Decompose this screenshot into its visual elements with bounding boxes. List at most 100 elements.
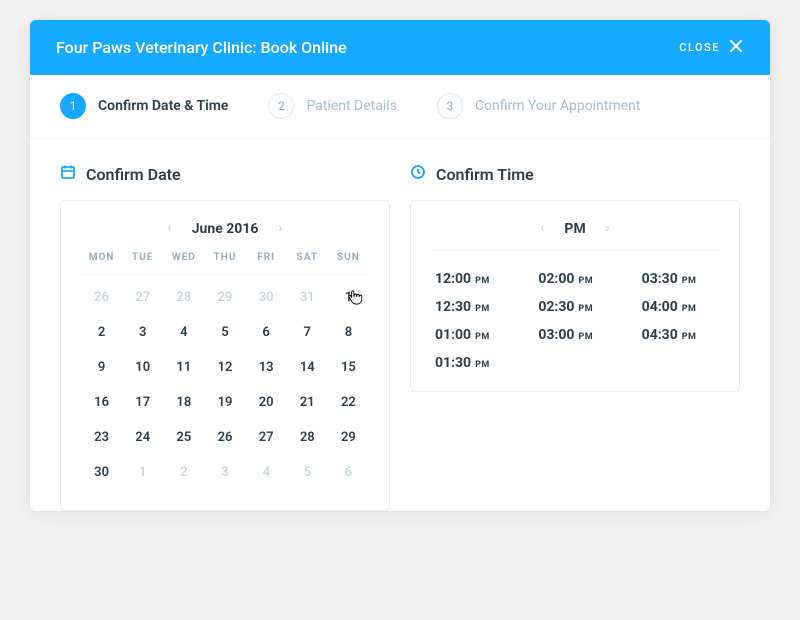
step-patient-details[interactable]: 2 Patient Details: [268, 93, 396, 119]
calendar-day[interactable]: 19: [204, 385, 245, 420]
step-confirm-appointment[interactable]: 3 Confirm Your Appointment: [437, 93, 641, 119]
next-period-button[interactable]: ›: [600, 219, 616, 238]
period-label: PM: [564, 221, 585, 237]
calendar-panel: ‹ June 2016 › MON TUE WED THU FRI SAT SU…: [60, 200, 390, 511]
step-number: 1: [60, 93, 86, 119]
calendar-day[interactable]: 13: [246, 350, 287, 385]
calendar-day[interactable]: 31: [287, 280, 328, 315]
calendar-day[interactable]: 3: [204, 455, 245, 490]
calendar-row: 2 3 4 5 6 7 8: [81, 315, 369, 350]
step-label: Patient Details: [306, 98, 396, 114]
calendar-day[interactable]: 25: [163, 420, 204, 455]
calendar-day[interactable]: 20: [246, 385, 287, 420]
time-grid: 12:00PM 02:00PM 03:30PM 12:30PM 02:30PM …: [431, 271, 719, 371]
calendar-day[interactable]: 27: [122, 280, 163, 315]
time-slot[interactable]: 04:00PM: [642, 299, 715, 315]
calendar-day[interactable]: 22: [328, 385, 369, 420]
month-nav: ‹ June 2016 ›: [81, 219, 369, 238]
calendar-day[interactable]: 21: [287, 385, 328, 420]
calendar-icon: [60, 164, 76, 184]
dow-sun: SUN: [328, 252, 369, 263]
time-slot[interactable]: 01:00PM: [435, 327, 508, 343]
calendar-day[interactable]: 3: [122, 315, 163, 350]
chevron-left-icon: ‹: [540, 221, 544, 236]
calendar-day[interactable]: 10: [122, 350, 163, 385]
modal-content: Confirm Date ‹ June 2016 › MON TUE WED: [30, 138, 770, 511]
time-slot[interactable]: 12:30PM: [435, 299, 508, 315]
calendar-day[interactable]: 17: [122, 385, 163, 420]
calendar-day[interactable]: 28: [163, 280, 204, 315]
calendar-day[interactable]: 12: [204, 350, 245, 385]
step-number: 2: [268, 93, 294, 119]
time-slot[interactable]: 12:00PM: [435, 271, 508, 287]
confirm-date-title: Confirm Date: [60, 164, 390, 184]
calendar-row: 23 24 25 26 27 28 29: [81, 420, 369, 455]
calendar-day[interactable]: 6: [328, 455, 369, 490]
calendar-dow-header: MON TUE WED THU FRI SAT SUN: [81, 252, 369, 274]
close-label: CLOSE: [679, 41, 720, 54]
period-nav: ‹ PM ›: [431, 219, 719, 251]
dow-thu: THU: [204, 252, 245, 263]
calendar-row: 16 17 18 19 20 21 22: [81, 385, 369, 420]
next-month-button[interactable]: ›: [272, 219, 288, 238]
clock-icon: [410, 164, 426, 184]
chevron-right-icon: ›: [278, 221, 282, 236]
month-label: June 2016: [192, 221, 259, 237]
calendar-day[interactable]: 23: [81, 420, 122, 455]
calendar-day[interactable]: 7: [287, 315, 328, 350]
calendar-day[interactable]: 1: [122, 455, 163, 490]
time-column: Confirm Time ‹ PM › 12:00PM 02:00PM 03:3…: [410, 164, 740, 511]
modal-title: Four Paws Veterinary Clinic: Book Online: [56, 38, 347, 57]
calendar-day[interactable]: 27: [246, 420, 287, 455]
calendar-day[interactable]: 11: [163, 350, 204, 385]
dow-tue: TUE: [122, 252, 163, 263]
time-slot[interactable]: 03:30PM: [642, 271, 715, 287]
chevron-right-icon: ›: [606, 221, 610, 236]
time-slot[interactable]: 02:00PM: [538, 271, 611, 287]
calendar-day[interactable]: 26: [81, 280, 122, 315]
prev-period-button[interactable]: ‹: [534, 219, 550, 238]
dow-fri: FRI: [246, 252, 287, 263]
calendar-day[interactable]: 4: [163, 315, 204, 350]
calendar-day[interactable]: 8: [328, 315, 369, 350]
chevron-left-icon: ‹: [168, 221, 172, 236]
calendar-day[interactable]: 9: [81, 350, 122, 385]
calendar-day[interactable]: 24: [122, 420, 163, 455]
booking-modal: Four Paws Veterinary Clinic: Book Online…: [30, 20, 770, 511]
calendar-day[interactable]: 28: [287, 420, 328, 455]
prev-month-button[interactable]: ‹: [162, 219, 178, 238]
close-icon: [728, 38, 744, 57]
close-button[interactable]: CLOSE: [679, 38, 744, 57]
calendar-day[interactable]: 2: [81, 315, 122, 350]
step-label: Confirm Date & Time: [98, 98, 228, 114]
time-slot[interactable]: 01:30PM: [435, 355, 508, 371]
calendar-day[interactable]: 26: [204, 420, 245, 455]
time-slot[interactable]: 04:30PM: [642, 327, 715, 343]
calendar-day[interactable]: 29: [204, 280, 245, 315]
dow-wed: WED: [163, 252, 204, 263]
confirm-time-title: Confirm Time: [410, 164, 740, 184]
step-number: 3: [437, 93, 463, 119]
calendar-day[interactable]: 2: [163, 455, 204, 490]
time-slot[interactable]: 03:00PM: [538, 327, 611, 343]
step-confirm-date-time[interactable]: 1 Confirm Date & Time: [60, 93, 228, 119]
calendar-day[interactable]: 15: [328, 350, 369, 385]
calendar-day[interactable]: 1: [328, 280, 369, 315]
modal-header: Four Paws Veterinary Clinic: Book Online…: [30, 20, 770, 75]
calendar-day[interactable]: 16: [81, 385, 122, 420]
dow-mon: MON: [81, 252, 122, 263]
stepper: 1 Confirm Date & Time 2 Patient Details …: [30, 75, 770, 138]
calendar-day[interactable]: 30: [246, 280, 287, 315]
calendar-day[interactable]: 29: [328, 420, 369, 455]
calendar-day[interactable]: 14: [287, 350, 328, 385]
calendar-day[interactable]: 4: [246, 455, 287, 490]
time-slot[interactable]: 02:30PM: [538, 299, 611, 315]
calendar-day[interactable]: 18: [163, 385, 204, 420]
calendar-day[interactable]: 30: [81, 455, 122, 490]
time-panel: ‹ PM › 12:00PM 02:00PM 03:30PM 12:30PM 0…: [410, 200, 740, 392]
calendar-row: 26 27 28 29 30 31 1: [81, 280, 369, 315]
step-label: Confirm Your Appointment: [475, 98, 641, 114]
calendar-day[interactable]: 5: [287, 455, 328, 490]
calendar-day[interactable]: 6: [246, 315, 287, 350]
calendar-day[interactable]: 5: [204, 315, 245, 350]
